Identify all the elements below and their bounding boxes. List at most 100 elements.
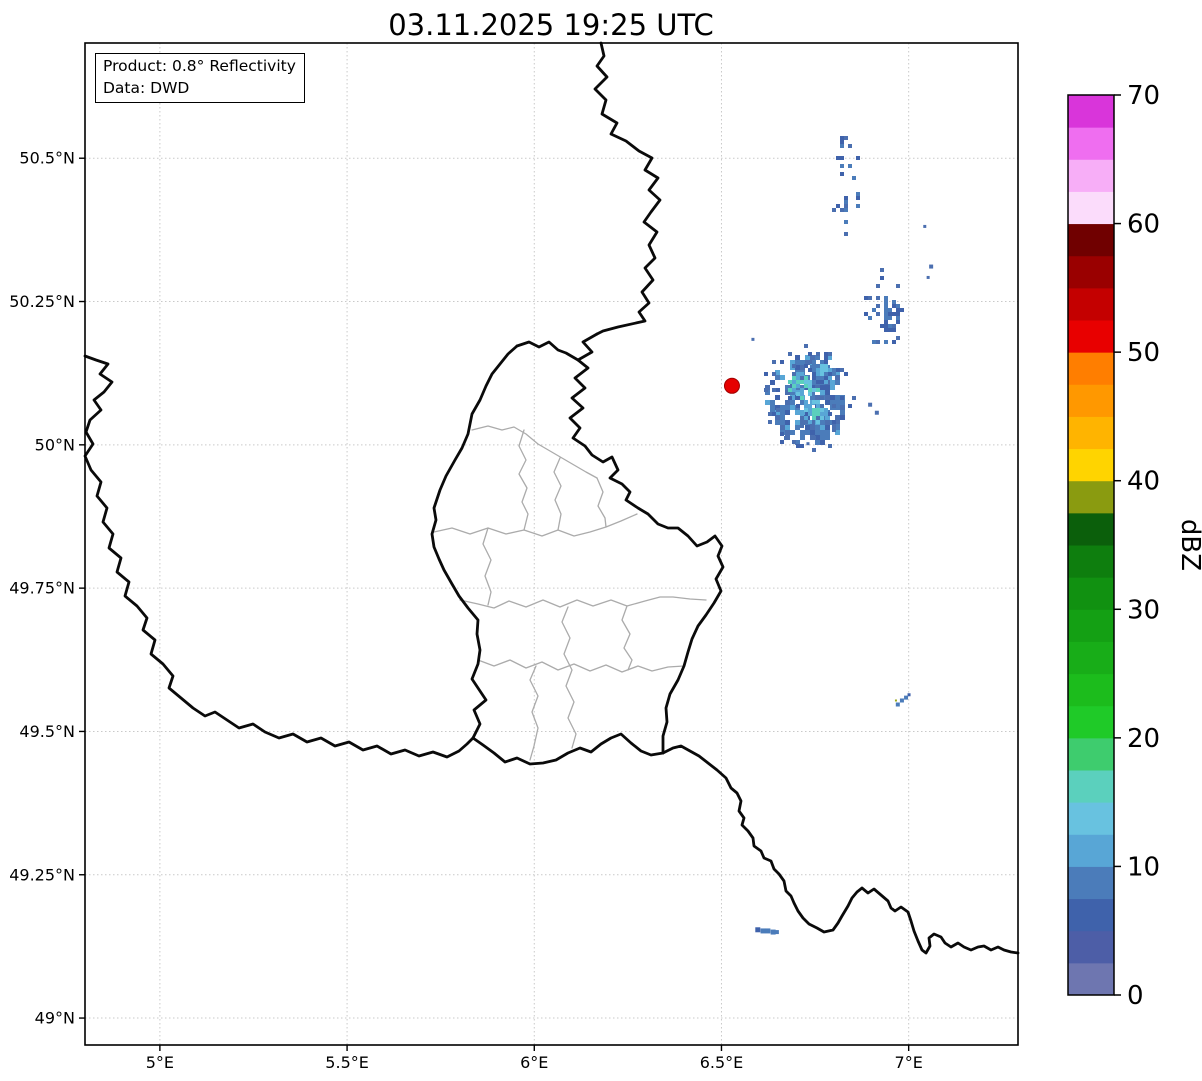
echo-northeast-cluster — [896, 336, 900, 340]
echo-ne-lobe — [832, 368, 836, 372]
colorbar-segment-27.5dBZ — [1068, 609, 1114, 642]
echo-north-speck-line — [832, 208, 836, 212]
echo-pixel-16 — [774, 930, 779, 935]
colorbar-segment-62.5dBZ — [1068, 159, 1114, 192]
canton-line — [621, 605, 633, 671]
colorbar-segment-22.5dBZ — [1068, 673, 1114, 707]
echo-main-echo-fringe — [832, 420, 836, 424]
colorbar-segment-40dBZ — [1068, 448, 1114, 482]
echo-main-echo-light-n — [812, 388, 816, 392]
echo-main-echo-core — [825, 435, 830, 440]
echo-northeast-cluster — [876, 296, 880, 300]
echo-main-echo-core — [780, 420, 785, 425]
echo-north-speck-line — [840, 144, 844, 148]
radar-echo-layer — [751, 136, 934, 935]
echo-northeast-cluster — [872, 340, 876, 344]
echo-north-speck-line — [848, 164, 852, 168]
echo-main-echo-light-n — [800, 388, 804, 392]
echo-main-echo-light-s — [804, 400, 808, 404]
echo-main-echo-light-s — [800, 412, 804, 416]
colorbar-segment-45dBZ — [1068, 384, 1114, 417]
echo-ne-lobe — [828, 376, 832, 380]
echo-northeast-cluster — [876, 312, 880, 316]
echo-main-echo-fringe — [812, 448, 816, 452]
x-tick-label-0: 5°E — [146, 1053, 174, 1072]
echo-ne-lobe — [832, 372, 836, 376]
colorbar-tick-label-30: 30 — [1127, 595, 1160, 625]
echo-north-speck-line — [844, 200, 848, 204]
echo-main-echo-fringe — [772, 388, 776, 392]
echo-main-echo-light-n — [792, 384, 796, 388]
echo-main-echo-core — [815, 395, 820, 400]
echo-main-echo-light-n — [788, 388, 792, 392]
colorbar-tick-label-20: 20 — [1127, 724, 1160, 754]
echo-main-echo-fringe — [804, 364, 808, 368]
echo-north-speck-line — [840, 136, 844, 140]
echo-main-echo-light-n — [788, 380, 792, 384]
echo-main-echo-core — [825, 400, 830, 405]
echo-main-echo-fringe — [844, 372, 848, 376]
border-germany-belgium — [593, 41, 662, 336]
echo-main-echo-core — [785, 405, 790, 410]
echo-main-echo-core — [810, 430, 815, 435]
echo-main-echo-fringe — [808, 352, 812, 356]
echo-main-echo-light-n — [800, 372, 804, 376]
echo-northeast-cluster — [876, 284, 880, 288]
echo-main-echo-light-s — [820, 416, 824, 420]
echo-main-echo-core — [800, 430, 805, 435]
colorbar-segment-67.5dBZ — [1068, 95, 1114, 128]
canton-line — [518, 429, 529, 531]
echo-northeast-core — [884, 316, 888, 320]
echo-northeast-cluster — [876, 304, 880, 308]
echo-ne-lobe — [816, 380, 820, 384]
echo-main-echo-fringe — [792, 372, 796, 376]
echo-ne-lobe — [812, 368, 816, 372]
echo-north-speck-line — [852, 176, 856, 180]
echo-northeast-core — [884, 304, 888, 308]
colorbar-segment-17.5dBZ — [1068, 737, 1114, 771]
echo-ne-lobe — [812, 372, 816, 376]
border-germany-france — [661, 744, 1020, 955]
echo-north-speck-line — [840, 140, 844, 144]
echo-pixel-6 — [806, 442, 810, 446]
echo-main-echo-core — [835, 380, 840, 385]
echo-ne-lobe-light — [820, 372, 824, 376]
y-tick-label-4: 49.5°N — [19, 722, 75, 741]
echo-main-echo-fringe — [808, 360, 812, 364]
colorbar-segment-65dBZ — [1068, 127, 1114, 160]
echo-north-speck-line — [840, 208, 844, 212]
colorbar-segment-35dBZ — [1068, 512, 1114, 546]
echo-main-echo-core — [840, 410, 845, 415]
border-luxembourg-germany — [568, 332, 725, 755]
echo-main-echo-core — [825, 430, 830, 435]
echo-pixel-8 — [899, 698, 904, 703]
echo-main-echo-fringe — [800, 444, 804, 448]
canton-line — [477, 659, 685, 673]
echo-main-echo-core — [820, 430, 825, 435]
echo-pixel-0 — [751, 337, 755, 341]
echo-main-echo-fringe — [800, 416, 804, 420]
y-tick-label-6: 49°N — [35, 1009, 75, 1028]
echo-main-echo-light-n — [796, 372, 800, 376]
colorbar-tick-label-40: 40 — [1127, 467, 1160, 497]
echo-main-echo-fringe — [764, 388, 768, 392]
echo-main-echo-fringe — [792, 364, 796, 368]
echo-north-speck-line — [856, 156, 860, 160]
echo-main-echo-core — [785, 420, 790, 425]
echo-northeast-core — [896, 312, 900, 316]
echo-main-echo-light-n — [800, 380, 804, 384]
y-tick-label-1: 50.25°N — [9, 292, 75, 311]
info-box: Product: 0.8° Reflectivity Data: DWD — [95, 53, 305, 104]
colorbar-segment-47.5dBZ — [1068, 352, 1114, 385]
colorbar-segment-20dBZ — [1068, 705, 1114, 739]
echo-main-echo-core — [825, 420, 830, 425]
echo-northeast-cluster — [884, 296, 888, 300]
echo-northeast-cluster — [892, 340, 896, 344]
border-luxembourg-north — [515, 340, 580, 362]
echo-main-echo-light-n — [796, 392, 800, 396]
echo-northeast-cluster — [864, 312, 868, 316]
echo-main-echo-fringe — [832, 424, 836, 428]
echo-pixel-7 — [895, 702, 900, 707]
echo-northeast-core — [892, 312, 896, 316]
echo-north-speck-line — [856, 196, 860, 200]
